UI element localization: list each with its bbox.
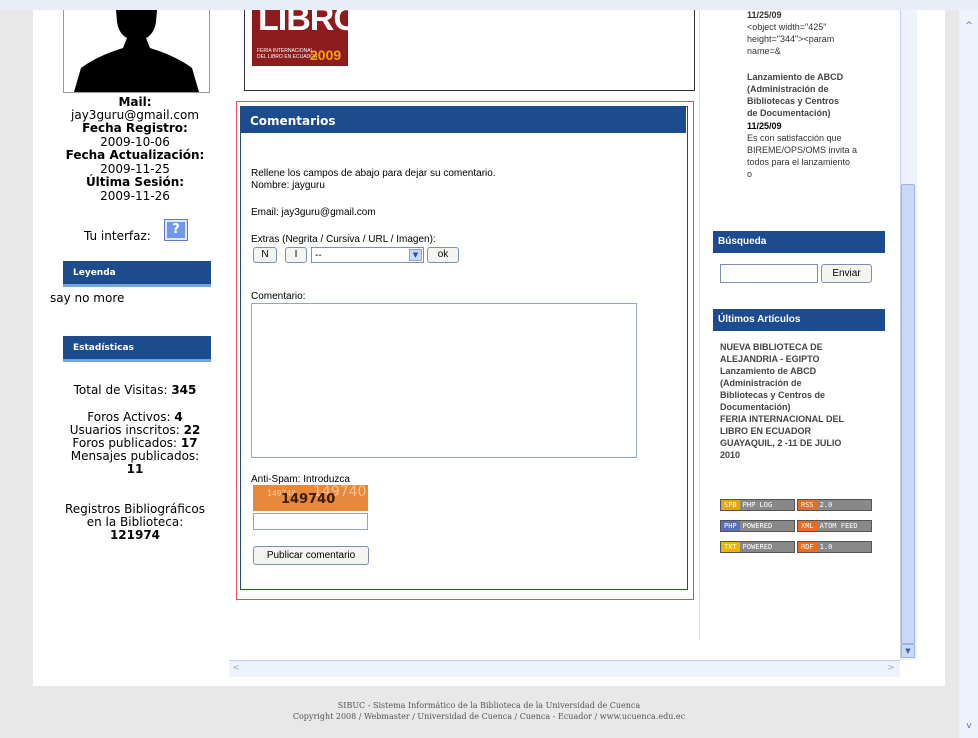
extras-select-value: -- bbox=[315, 250, 322, 261]
article-title-3[interactable]: Bibliotecas y Centros bbox=[747, 96, 839, 108]
leyenda-heading: Leyenda bbox=[63, 261, 211, 287]
ultimo-item-3[interactable]: Lanzamiento de ABCD bbox=[720, 366, 816, 378]
scroll-left-icon[interactable]: < bbox=[229, 661, 243, 675]
ultimo-item-7[interactable]: FERIA INTERNACIONAL DEL bbox=[720, 414, 844, 426]
ultimo-item-4[interactable]: (Administración de bbox=[720, 378, 802, 390]
badge-php[interactable]: PHP POWERED bbox=[720, 520, 795, 532]
top-article-code-3: name=& bbox=[747, 46, 781, 54]
page-margin-left bbox=[0, 10, 33, 700]
article-title-4[interactable]: de Documentación) bbox=[747, 108, 831, 120]
bold-button[interactable]: N bbox=[253, 247, 277, 263]
inner-scrollbar-thumb[interactable] bbox=[901, 184, 915, 644]
outer-vertical-scrollbar[interactable] bbox=[959, 10, 978, 738]
publicar-comentario-button[interactable]: Publicar comentario bbox=[253, 546, 369, 565]
italic-button[interactable]: I bbox=[285, 247, 307, 263]
mensajes-value: 11 bbox=[126, 462, 144, 476]
actualizacion-label: Fecha Actualización: bbox=[65, 148, 205, 162]
article-title-2[interactable]: (Administración de bbox=[747, 84, 829, 96]
enviar-button[interactable]: Enviar bbox=[821, 264, 872, 283]
article-text-1: Es con satisfacción que bbox=[747, 133, 842, 143]
badge-rdf[interactable]: RDF 1.0 bbox=[797, 541, 872, 553]
horizontal-scrollbar[interactable] bbox=[229, 660, 900, 677]
badge-spb[interactable]: SPB PHP LOG bbox=[720, 499, 795, 511]
registro-label: Fecha Registro: bbox=[82, 121, 188, 135]
ultimo-item-2[interactable]: ALEJANDRIA - EGIPTO bbox=[720, 354, 820, 366]
busqueda-heading: Búsqueda bbox=[713, 231, 885, 253]
badge-grid: SPB PHP LOG RSS 2.0 PHP POWERED XML ATOM FEED TX… bbox=[720, 499, 880, 561]
top-article-code-1: <object width="425" bbox=[747, 22, 827, 32]
comment-intro: Rellene los campos de abajo para dejar s… bbox=[251, 168, 496, 179]
ultimo-item-10[interactable]: 2010 bbox=[720, 450, 740, 462]
scroll-down-icon[interactable]: ▼ bbox=[901, 644, 915, 658]
comment-nombre: Nombre: jayguru bbox=[251, 180, 325, 191]
extras-label: Extras (Negrita / Cursiva / URL / Imagen… bbox=[251, 234, 436, 245]
footer-line-1: SIBUC - Sistema Informático de la Biblio… bbox=[337, 701, 641, 710]
badge-txt[interactable]: TXT POWERED bbox=[720, 541, 795, 553]
footer-line-2: Copyright 2008 / Webmaster / Universidad… bbox=[292, 712, 686, 721]
article-text-3: todos para el lanzamiento bbox=[747, 157, 851, 167]
scroll-right-icon[interactable]: > bbox=[884, 661, 898, 675]
article-title-1[interactable]: Lanzamiento de ABCD bbox=[747, 72, 843, 84]
comment-email: Email: jay3guru@gmail.com bbox=[251, 207, 376, 218]
sesion-value: 2009-11-26 bbox=[100, 189, 170, 203]
chevron-down-icon[interactable]: ▼ bbox=[409, 249, 422, 261]
article-date: 11/25/09 bbox=[747, 121, 782, 131]
help-icon[interactable]: ? bbox=[164, 219, 188, 241]
badge-rss[interactable]: RSS 2.0 bbox=[797, 499, 872, 511]
feria-libro-logo: LIBRO FERIA INTERNACIONAL DEL LIBRO EN EC… bbox=[252, 10, 348, 66]
captcha-image: 149740 149740 149740 bbox=[253, 485, 368, 511]
outer-scroll-down-icon[interactable]: v bbox=[962, 720, 976, 732]
comentario-label: Comentario: bbox=[251, 291, 306, 302]
comentarios-heading: Comentarios bbox=[241, 107, 686, 133]
comentario-textarea[interactable] bbox=[251, 303, 637, 458]
ultimos-articulos-heading: Últimos Artículos bbox=[713, 309, 885, 331]
leyenda-text: say no more bbox=[50, 291, 125, 305]
article-text-4: o bbox=[747, 169, 753, 179]
ultimo-item-1[interactable]: NUEVA BIBLIOTECA DE bbox=[720, 342, 823, 354]
visitas-stat: Total de Visitas: 345 bbox=[73, 383, 197, 397]
ultimo-item-9[interactable]: GUAYAQUIL, 2 -11 DE JULIO bbox=[720, 438, 841, 450]
ok-button[interactable]: ok bbox=[427, 247, 459, 263]
extras-select[interactable]: -- ▼ bbox=[311, 247, 424, 263]
badge-xml[interactable]: XML ATOM FEED bbox=[797, 520, 872, 532]
ultimo-item-6[interactable]: Documentación) bbox=[720, 402, 791, 414]
captcha-input[interactable] bbox=[253, 513, 368, 530]
interfaz-label: Tu interfaz: bbox=[84, 229, 151, 243]
registros-value: 121974 bbox=[109, 528, 161, 542]
article-text-2: BIREME/OPS/OMS invita a bbox=[747, 145, 858, 155]
top-article-date: 11/25/09 bbox=[747, 10, 782, 20]
ultimo-item-5[interactable]: Bibliotecas y Centros de bbox=[720, 390, 825, 402]
outer-scroll-up-icon[interactable]: ^ bbox=[962, 20, 976, 32]
top-article-code-2: height="344"><param bbox=[747, 34, 835, 44]
search-input[interactable] bbox=[720, 264, 818, 283]
ultimo-item-8[interactable]: LIBRO EN ECUADOR bbox=[720, 426, 811, 438]
estadisticas-heading: Estadísticas bbox=[63, 336, 211, 362]
sesion-label: Última Sesión: bbox=[85, 175, 185, 189]
user-avatar bbox=[63, 10, 210, 93]
